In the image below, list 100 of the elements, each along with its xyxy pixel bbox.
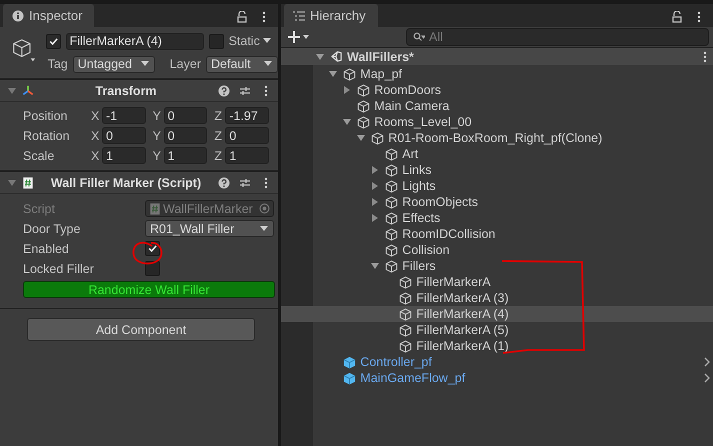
lock-icon[interactable] [236, 11, 248, 23]
static-checkbox[interactable] [208, 34, 224, 48]
door-type-dropdown[interactable]: R01_Wall Filler [145, 220, 274, 237]
axis-label[interactable]: Y [152, 128, 164, 142]
axis-label[interactable]: Z [214, 128, 226, 142]
active-checkbox[interactable] [46, 34, 61, 48]
inspector-tab[interactable]: Inspector [3, 4, 94, 27]
number-field[interactable]: 1 [102, 147, 146, 164]
number-field[interactable]: 0 [164, 107, 208, 124]
tag-label: Tag [48, 57, 68, 71]
cube-icon [385, 148, 398, 160]
hierarchy-item[interactable]: Rooms_Level_00 [281, 114, 713, 130]
name-field[interactable]: FillerMarkerA (4) [66, 32, 204, 50]
expanded-arrow-icon[interactable] [316, 52, 324, 60]
hierarchy-item[interactable]: Lights [281, 178, 713, 194]
hierarchy-item[interactable]: Links [281, 162, 713, 178]
axes-icon [22, 84, 34, 96]
hierarchy-item[interactable]: FillerMarkerA [281, 274, 713, 290]
axis-label[interactable]: Y [152, 108, 164, 122]
cube-icon [399, 308, 412, 320]
cube-icon [371, 132, 384, 144]
expanded-arrow-icon[interactable] [371, 262, 380, 270]
help-icon[interactable] [218, 176, 230, 188]
collapsed-arrow-icon[interactable] [343, 86, 352, 94]
search-icon [413, 31, 425, 43]
expanded-arrow-icon[interactable] [8, 86, 16, 94]
hierarchy-item[interactable]: WallFillers* [281, 48, 713, 65]
more-icon[interactable] [703, 50, 707, 62]
script-name: WallFillerMarker [163, 202, 254, 216]
hierarchy-item[interactable]: Controller_pf [281, 354, 713, 370]
hierarchy-item[interactable]: FillerMarkerA (1) [281, 338, 713, 354]
add-icon[interactable] [288, 30, 310, 44]
layer-dropdown[interactable]: Default [206, 56, 278, 72]
component-header[interactable]: Wall Filler Marker (Script) [0, 171, 278, 194]
item-label: Rooms_Level_00 [374, 115, 472, 129]
presets-icon[interactable] [239, 84, 251, 96]
expanded-arrow-icon[interactable] [357, 134, 366, 142]
lock-icon[interactable] [671, 11, 683, 23]
component-title: Wall Filler Marker (Script) [50, 176, 202, 190]
axis-label[interactable]: X [91, 148, 102, 162]
collapsed-arrow-icon[interactable] [371, 166, 380, 174]
expanded-arrow-icon[interactable] [8, 178, 16, 186]
hierarchy-tab[interactable]: Hierarchy [284, 4, 378, 27]
cube-icon [385, 180, 398, 192]
presets-icon[interactable] [239, 176, 251, 188]
hierarchy-item[interactable]: Art [281, 146, 713, 162]
hierarchy-item[interactable]: Collision [281, 242, 713, 258]
item-label: Controller_pf [360, 355, 432, 369]
hierarchy-item[interactable]: MainGameFlow_pf [281, 370, 713, 386]
add-component-button[interactable]: Add Component [27, 318, 255, 341]
hierarchy-item[interactable]: RoomDoors [281, 82, 713, 98]
collapsed-arrow-icon[interactable] [371, 182, 380, 190]
item-label: Lights [402, 179, 436, 193]
property-label: Rotation [23, 128, 71, 142]
hierarchy-item[interactable]: RoomObjects [281, 194, 713, 210]
number-field[interactable]: 0 [164, 127, 208, 144]
hierarchy-item[interactable]: R01-Room-BoxRoom_Right_pf(Clone) [281, 130, 713, 146]
hierarchy-item[interactable]: Fillers [281, 258, 713, 274]
number-field[interactable]: 1 [225, 147, 270, 164]
hierarchy-item[interactable]: FillerMarkerA (5) [281, 322, 713, 338]
collapsed-arrow-icon[interactable] [371, 198, 380, 206]
hierarchy-item[interactable]: Effects [281, 210, 713, 226]
item-label: FillerMarkerA (3) [416, 291, 509, 305]
axis-label[interactable]: Z [214, 148, 226, 162]
layer-label: Layer [170, 57, 201, 71]
number-field[interactable]: -1 [102, 107, 146, 124]
list-icon [293, 10, 305, 22]
cube-icon [399, 292, 412, 304]
item-label: FillerMarkerA (5) [416, 323, 509, 337]
target-icon[interactable] [259, 203, 270, 214]
axis-label[interactable]: X [91, 128, 102, 142]
number-field[interactable]: 0 [102, 127, 146, 144]
tag-dropdown[interactable]: Untagged [72, 56, 155, 72]
expanded-arrow-icon[interactable] [329, 70, 338, 78]
cube-icon [343, 68, 356, 80]
cube-icon [385, 228, 398, 240]
checkmark-icon [147, 243, 158, 254]
cube-icon [385, 260, 398, 272]
static-dropdown[interactable]: Static [228, 34, 271, 48]
help-icon[interactable] [218, 84, 230, 96]
expanded-arrow-icon[interactable] [343, 118, 352, 126]
script-file-icon [22, 176, 34, 188]
hierarchy-item[interactable]: RoomIDCollision [281, 226, 713, 242]
hierarchy-item[interactable]: FillerMarkerA (4) [281, 306, 713, 322]
axis-label[interactable]: Y [152, 148, 164, 162]
axis-label[interactable]: X [91, 108, 102, 122]
number-field[interactable]: -1.97 [225, 107, 270, 124]
cube-icon [399, 340, 412, 352]
collapsed-arrow-icon[interactable] [371, 214, 380, 222]
hierarchy-item[interactable]: FillerMarkerA (3) [281, 290, 713, 306]
script-file-icon [149, 202, 161, 214]
property-label: Scale [23, 148, 56, 162]
axis-label[interactable]: Z [214, 108, 226, 122]
item-label: RoomObjects [402, 195, 478, 209]
component-header[interactable]: Transform [0, 79, 278, 102]
checkmark-icon [48, 36, 59, 46]
number-field[interactable]: 0 [225, 127, 270, 144]
number-field[interactable]: 1 [164, 147, 208, 164]
hierarchy-item[interactable]: Main Camera [281, 98, 713, 114]
hierarchy-item[interactable]: Map_pf [281, 66, 713, 82]
